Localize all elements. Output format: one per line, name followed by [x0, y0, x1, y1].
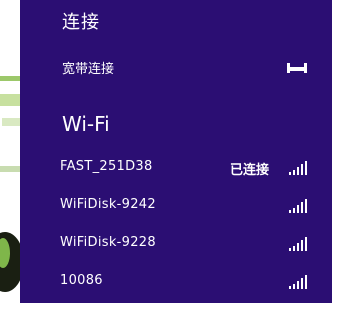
wifi-network-name: WiFiDisk-9242: [60, 197, 156, 212]
wifi-section-heading: Wi-Fi: [62, 112, 110, 136]
wifi-network-item[interactable]: WiFiDisk-9228: [20, 228, 332, 258]
wifi-network-item[interactable]: FAST_251D38 已连接: [20, 152, 332, 182]
broadband-connection-item[interactable]: 宽带连接: [20, 54, 332, 80]
networks-panel: 连接 宽带连接 Wi-Fi FAST_251D38 已连接 WiFiDisk-9…: [20, 0, 332, 303]
wifi-network-name: FAST_251D38: [60, 159, 153, 174]
screen-edge-bottom: [20, 303, 337, 311]
screenshot-root: 连接 宽带连接 Wi-Fi FAST_251D38 已连接 WiFiDisk-9…: [0, 0, 337, 311]
wifi-network-item[interactable]: 10086: [20, 266, 332, 296]
connections-title: 连接: [62, 12, 100, 33]
screen-edge-right: [332, 0, 337, 311]
wifi-network-item[interactable]: WiFiDisk-9242: [20, 190, 332, 220]
wifi-signal-icon: [289, 161, 307, 175]
wifi-signal-icon: [289, 199, 307, 213]
wifi-network-name: 10086: [60, 273, 103, 288]
wifi-signal-icon: [289, 237, 307, 251]
wifi-signal-icon: [289, 275, 307, 289]
wifi-network-name: WiFiDisk-9228: [60, 235, 156, 250]
desktop-background: [0, 0, 20, 311]
broadband-connection-label: 宽带连接: [62, 62, 115, 77]
ethernet-icon: [287, 63, 307, 73]
wifi-connected-status: 已连接: [230, 163, 270, 178]
